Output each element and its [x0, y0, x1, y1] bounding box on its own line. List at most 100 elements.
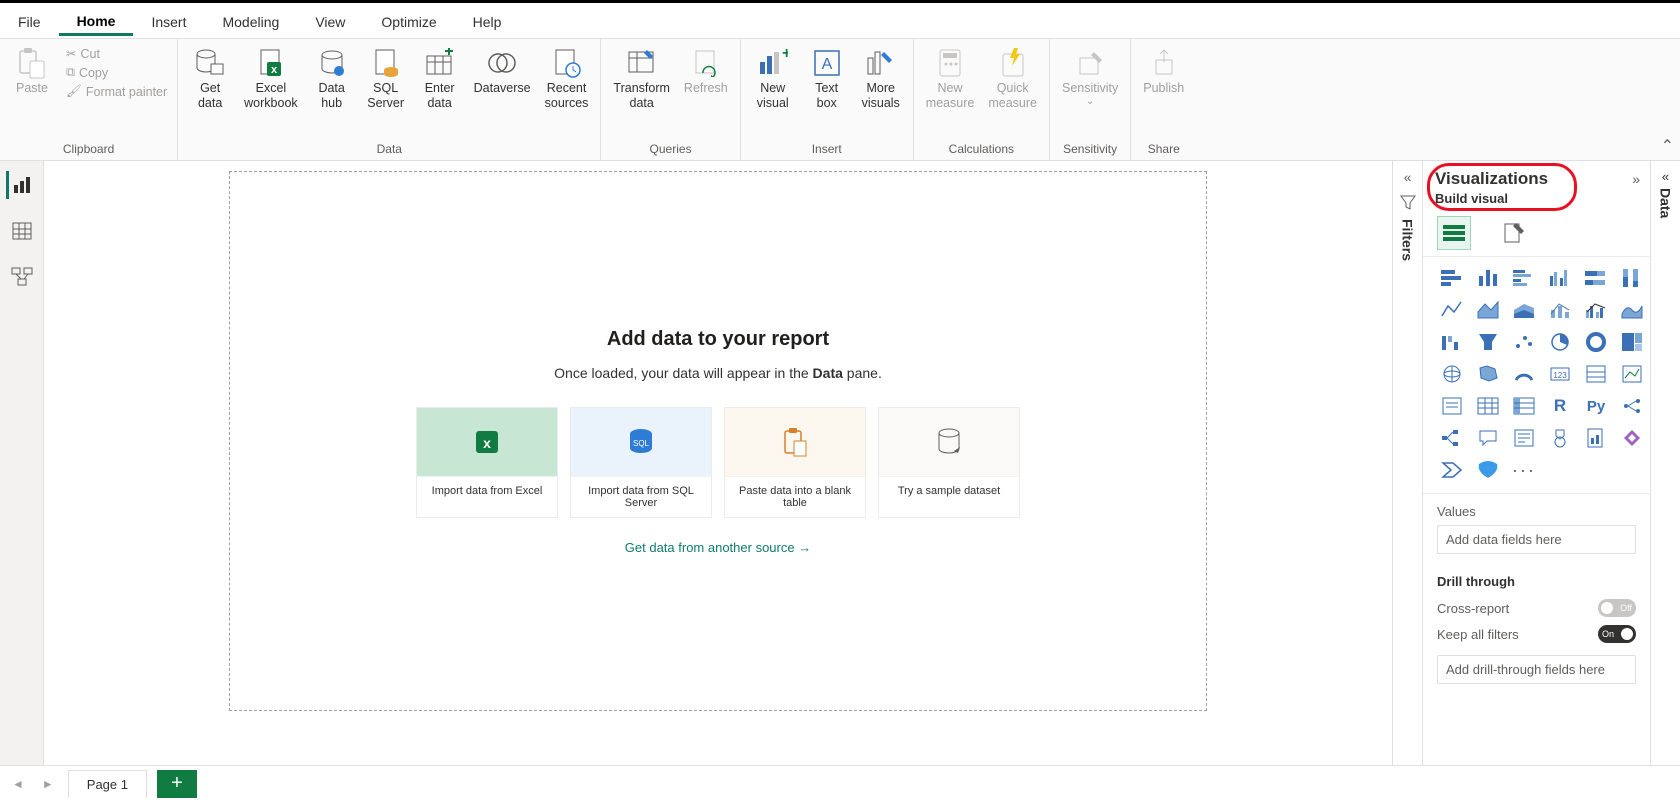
vis-clustered-bar[interactable]: [1509, 265, 1539, 291]
build-tab[interactable]: [1437, 216, 1471, 250]
card-import-sql[interactable]: SQL Import data from SQL Server: [570, 407, 712, 518]
table-view-button[interactable]: [8, 217, 36, 245]
quick-measure-label: Quick measure: [988, 81, 1037, 111]
vis-pie[interactable]: [1545, 329, 1575, 355]
vis-matrix[interactable]: [1509, 393, 1539, 419]
vis-100-stacked-bar[interactable]: [1581, 265, 1611, 291]
transform-data-button[interactable]: Transform data: [607, 45, 676, 113]
prev-page-button[interactable]: ◄: [8, 777, 28, 791]
card-import-excel[interactable]: x Import data from Excel: [416, 407, 558, 518]
menu-optimize[interactable]: Optimize: [363, 8, 454, 36]
menu-home[interactable]: Home: [59, 7, 134, 36]
ribbon-collapse-button[interactable]: ⌃: [1661, 136, 1674, 156]
svg-text:+: +: [782, 48, 788, 62]
vis-stacked-bar[interactable]: [1437, 265, 1467, 291]
vis-table[interactable]: [1473, 393, 1503, 419]
publish-button[interactable]: Publish: [1137, 45, 1190, 98]
vis-azure-map[interactable]: [1473, 457, 1503, 483]
sensitivity-label: Sensitivity: [1062, 81, 1118, 96]
vis-python[interactable]: Py: [1581, 393, 1611, 419]
get-data-another-source-link[interactable]: Get data from another source →: [625, 540, 811, 555]
vis-line-clustered-column[interactable]: [1581, 297, 1611, 323]
vis-more[interactable]: ···: [1509, 457, 1539, 483]
cross-report-toggle[interactable]: Off: [1598, 599, 1636, 617]
vis-clustered-column[interactable]: [1545, 265, 1575, 291]
excel-workbook-button[interactable]: x Excel workbook: [238, 45, 304, 113]
vis-paginated[interactable]: [1581, 425, 1611, 451]
vis-slicer[interactable]: [1437, 393, 1467, 419]
vis-expand-button[interactable]: »: [1632, 171, 1640, 187]
vis-qa[interactable]: [1473, 425, 1503, 451]
vis-donut[interactable]: [1581, 329, 1611, 355]
drillthrough-dropzone[interactable]: Add drill-through fields here: [1437, 655, 1636, 684]
svg-text:x: x: [271, 64, 278, 76]
copy-button[interactable]: ⧉ Copy: [62, 64, 171, 81]
vis-decomposition[interactable]: [1437, 425, 1467, 451]
new-measure-button[interactable]: New measure: [920, 45, 981, 113]
new-visual-button[interactable]: + New visual: [747, 45, 799, 113]
vis-funnel[interactable]: [1473, 329, 1503, 355]
vis-map[interactable]: [1437, 361, 1467, 387]
format-tab[interactable]: [1497, 216, 1531, 250]
menu-file[interactable]: File: [0, 8, 59, 36]
next-page-button[interactable]: ►: [38, 777, 58, 791]
text-box-button[interactable]: A Text box: [801, 45, 853, 113]
vis-multi-row-card[interactable]: [1581, 361, 1611, 387]
vis-card[interactable]: 123: [1545, 361, 1575, 387]
format-painter-button[interactable]: 🖌 Format painter: [62, 83, 171, 100]
sensitivity-icon: [1074, 47, 1106, 79]
menu-help[interactable]: Help: [455, 8, 520, 36]
vis-treemap[interactable]: [1617, 329, 1647, 355]
recent-sources-button[interactable]: Recent sources: [539, 45, 595, 113]
vis-r[interactable]: R: [1545, 393, 1575, 419]
menu-modeling[interactable]: Modeling: [204, 8, 297, 36]
card-paste-data[interactable]: Paste data into a blank table: [724, 407, 866, 518]
vis-key-influencers[interactable]: [1617, 393, 1647, 419]
more-visuals-button[interactable]: More visuals: [855, 45, 907, 113]
vis-power-automate[interactable]: [1437, 457, 1467, 483]
vis-stacked-column[interactable]: [1473, 265, 1503, 291]
report-canvas[interactable]: Add data to your report Once loaded, you…: [229, 171, 1207, 711]
model-view-button[interactable]: [8, 263, 36, 291]
svg-text:SQL: SQL: [633, 439, 650, 448]
recent-icon: [551, 47, 583, 79]
menu-view[interactable]: View: [297, 8, 363, 36]
refresh-button[interactable]: Refresh: [678, 45, 734, 98]
vis-100-stacked-column[interactable]: [1617, 265, 1647, 291]
vis-area[interactable]: [1473, 297, 1503, 323]
ribbon-group-sensitivity: Sensitivity ⌄ Sensitivity: [1050, 39, 1131, 160]
vis-waterfall[interactable]: [1437, 329, 1467, 355]
dataverse-button[interactable]: Dataverse: [468, 45, 537, 98]
page-tab-1[interactable]: Page 1: [68, 770, 147, 798]
paste-button[interactable]: Paste: [6, 45, 58, 98]
get-data-button[interactable]: Get data: [184, 45, 236, 113]
vis-goals[interactable]: [1545, 425, 1575, 451]
cut-button[interactable]: ✂ Cut: [62, 45, 171, 62]
vis-power-apps[interactable]: [1617, 425, 1647, 451]
values-dropzone[interactable]: Add data fields here: [1437, 525, 1636, 554]
data-hub-button[interactable]: Data hub: [306, 45, 358, 113]
vis-kpi[interactable]: [1617, 361, 1647, 387]
vis-ribbon[interactable]: [1617, 297, 1647, 323]
vis-scatter[interactable]: [1509, 329, 1539, 355]
vis-filled-map[interactable]: [1473, 361, 1503, 387]
keep-filters-toggle[interactable]: On: [1598, 625, 1636, 643]
enter-data-button[interactable]: Enter data: [414, 45, 466, 113]
main-area: Add data to your report Once loaded, you…: [0, 161, 1680, 765]
quick-measure-button[interactable]: Quick measure: [982, 45, 1043, 113]
card-sample-dataset[interactable]: Try a sample dataset: [878, 407, 1020, 518]
sql-server-button[interactable]: SQL Server: [360, 45, 412, 113]
menu-insert[interactable]: Insert: [133, 8, 204, 36]
vis-gauge[interactable]: [1509, 361, 1539, 387]
vis-line-stacked-column[interactable]: [1545, 297, 1575, 323]
filters-expand-button[interactable]: «: [1404, 169, 1412, 185]
publish-label: Publish: [1143, 81, 1184, 96]
report-view-button[interactable]: [6, 171, 34, 199]
vis-line[interactable]: [1437, 297, 1467, 323]
sensitivity-button[interactable]: Sensitivity ⌄: [1056, 45, 1124, 109]
add-page-button[interactable]: +: [157, 770, 197, 798]
vis-stacked-area[interactable]: [1509, 297, 1539, 323]
data-expand-button[interactable]: «: [1662, 169, 1669, 184]
vis-narrative[interactable]: [1509, 425, 1539, 451]
table-plus-icon: [424, 47, 456, 79]
